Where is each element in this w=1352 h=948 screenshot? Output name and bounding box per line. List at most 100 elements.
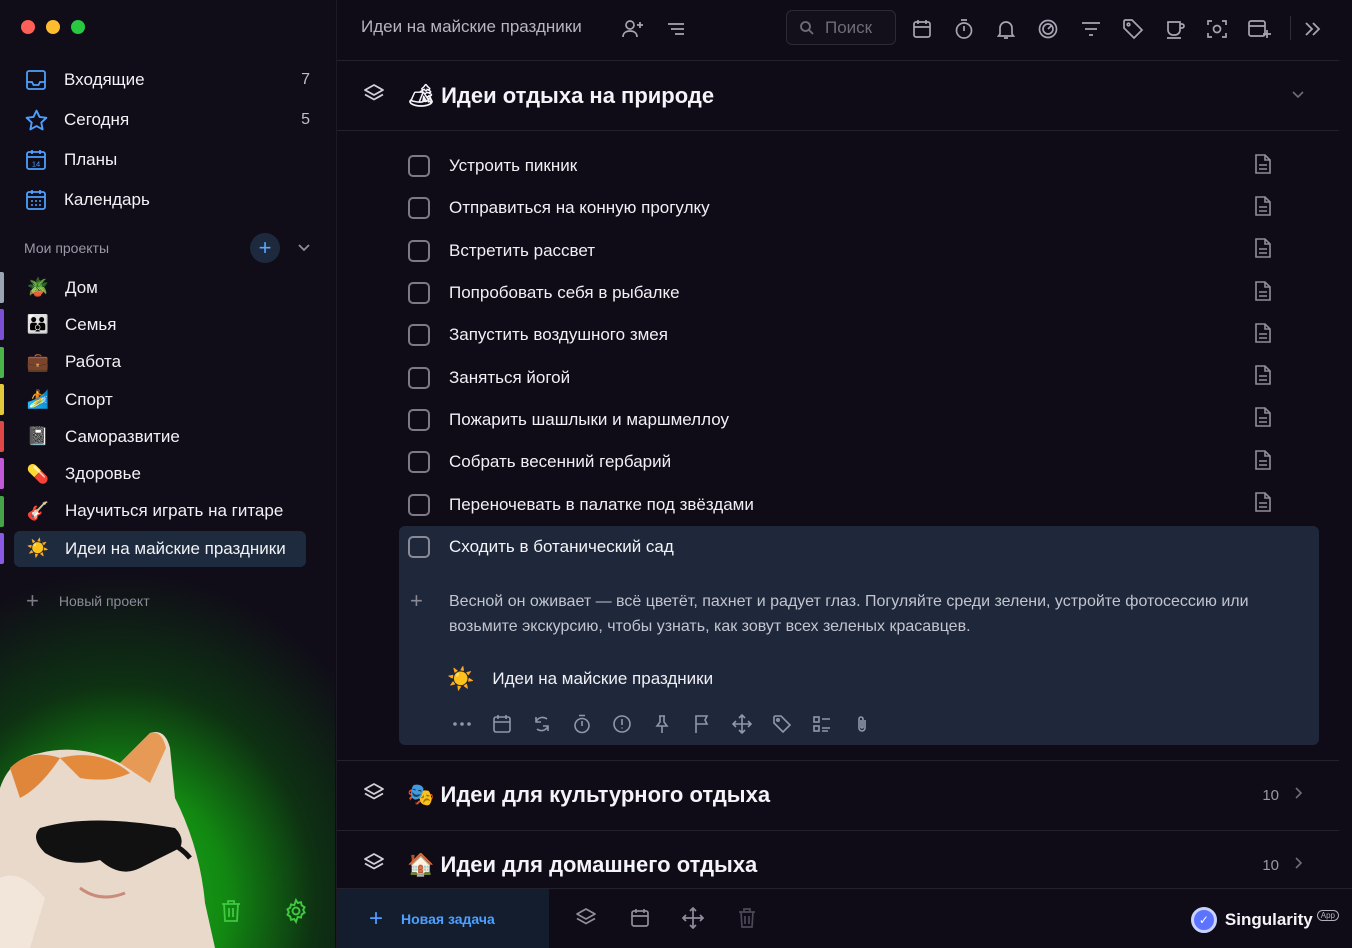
move-arrows-icon[interactable] [731, 713, 753, 735]
close-window-button[interactable] [21, 20, 35, 34]
tag-icon[interactable] [771, 713, 793, 735]
section-title: 🎭 Идеи для культурного отдыха [407, 782, 770, 808]
project-item[interactable]: 🎸 Научиться играть на гитаре [0, 493, 335, 530]
task-row[interactable]: Отправиться на конную прогулку [337, 187, 1339, 229]
search-input[interactable]: Поиск [786, 10, 896, 45]
focus-target-icon[interactable] [1035, 16, 1061, 42]
singularity-logo-icon: ✓ [1190, 907, 1217, 933]
task-checkbox[interactable] [408, 197, 430, 220]
trash-icon[interactable] [736, 907, 758, 934]
task-description[interactable]: Весной он оживает — всё цветёт, пахнет и… [449, 589, 1269, 639]
section-count: 10 [1262, 786, 1279, 804]
task-checkbox[interactable] [408, 324, 430, 347]
add-subtask-icon[interactable]: + [410, 588, 423, 614]
task-row[interactable]: Собрать весенний гербарий [337, 441, 1339, 483]
task-checkbox[interactable] [408, 155, 430, 178]
chevron-down-icon[interactable] [294, 240, 314, 257]
note-icon[interactable] [1254, 237, 1272, 264]
priority-exclamation-icon[interactable] [611, 713, 633, 735]
task-row[interactable]: Попробовать себя в рыбалке [337, 272, 1339, 314]
layers-icon[interactable] [575, 907, 597, 934]
note-icon[interactable] [1254, 280, 1272, 307]
task-checkbox[interactable] [408, 366, 430, 389]
minimize-window-button[interactable] [46, 20, 60, 34]
filter-icon[interactable] [1078, 16, 1104, 42]
project-item[interactable]: 💊 Здоровье [0, 455, 335, 492]
note-icon[interactable] [1254, 491, 1272, 518]
zoom-window-button[interactable] [71, 20, 85, 34]
nav-item-today[interactable]: Сегодня 5 [22, 100, 314, 140]
note-icon[interactable] [1254, 364, 1272, 391]
search-icon [800, 20, 814, 35]
note-icon[interactable] [1254, 153, 1272, 180]
task-title[interactable]: Сходить в ботанический сад [449, 537, 674, 557]
flag-icon[interactable] [691, 713, 713, 735]
bell-icon[interactable] [993, 16, 1019, 42]
coffee-cup-icon[interactable] [1162, 16, 1188, 42]
sort-lines-icon[interactable] [663, 16, 689, 42]
add-person-icon[interactable] [620, 16, 646, 42]
task-row[interactable]: Встретить рассвет [337, 230, 1339, 272]
project-list: 🪴 Дом 👪 Семья 💼 Работа 🏄 Спорт 📓 Самораз… [0, 269, 335, 568]
nav-item-inbox[interactable]: Входящие 7 [22, 60, 314, 100]
new-task-button[interactable]: + Новая задача [337, 889, 549, 948]
project-item[interactable]: 🏄 Спорт [0, 381, 335, 418]
calendar-icon[interactable] [491, 713, 513, 735]
tag-icon[interactable] [1120, 16, 1146, 42]
more-dots-icon[interactable] [451, 713, 473, 735]
task-checkbox[interactable] [408, 282, 430, 305]
repeat-icon[interactable] [531, 713, 553, 735]
add-project-button[interactable]: + [250, 233, 280, 263]
calendar-icon[interactable] [909, 16, 935, 42]
task-checkbox[interactable] [408, 536, 430, 558]
task-row[interactable]: Запустить воздушного змея [337, 314, 1339, 356]
checklist-icon[interactable] [811, 713, 833, 735]
project-item[interactable]: 👪 Семья [0, 306, 335, 343]
task-checkbox[interactable] [408, 408, 430, 431]
task-checkbox[interactable] [408, 451, 430, 474]
trash-icon[interactable] [219, 898, 243, 929]
task-checkbox[interactable] [408, 493, 430, 516]
calendar-icon[interactable] [629, 907, 651, 934]
chevron-down-icon[interactable] [1291, 87, 1305, 106]
task-row[interactable]: Устроить пикник [337, 145, 1339, 187]
paperclip-icon[interactable] [851, 713, 873, 735]
pin-icon[interactable] [651, 713, 673, 735]
note-icon[interactable] [1254, 406, 1272, 433]
chevron-right-icon[interactable] [1291, 856, 1305, 875]
divider [337, 60, 1339, 61]
section-title: 🏠 Идеи для домашнего отдыха [407, 852, 757, 878]
new-project-button[interactable]: + Новый проект [26, 590, 150, 612]
project-item[interactable]: 💼 Работа [0, 344, 335, 381]
task-row[interactable]: Заняться йогой [337, 356, 1339, 398]
section-header[interactable]: 🎭 Идеи для культурного отдыха 10 [337, 777, 1339, 813]
nav-label: Сегодня [64, 110, 130, 129]
section-header[interactable]: 🏕 Идеи отдыха на природе [337, 78, 1339, 114]
project-emoji: ☀️ [447, 666, 475, 691]
section-header[interactable]: 🏠 Идеи для домашнего отдыха 10 [337, 847, 1339, 883]
project-item[interactable]: 📓 Саморазвитие [0, 418, 335, 455]
expanded-task-card[interactable]: Сходить в ботанический сад + Весной он о… [399, 526, 1319, 745]
note-icon[interactable] [1254, 322, 1272, 349]
settings-gear-icon[interactable] [283, 897, 309, 929]
note-icon[interactable] [1254, 195, 1272, 222]
project-item[interactable]: 🪴 Дом [0, 269, 335, 306]
move-arrows-icon[interactable] [681, 906, 705, 934]
screenshot-frame-icon[interactable] [1204, 16, 1230, 42]
note-icon[interactable] [1254, 449, 1272, 476]
nav-item-calendar[interactable]: Календарь [22, 180, 314, 220]
task-row[interactable]: Переночевать в палатке под звёздами [337, 483, 1339, 525]
add-window-icon[interactable] [1246, 16, 1272, 42]
timer-icon[interactable] [951, 16, 977, 42]
main-nav: Входящие 7 Сегодня 5 14 Планы Календарь [22, 60, 314, 220]
task-project-selector[interactable]: ☀️ Идеи на майские праздники [447, 666, 713, 692]
timer-icon[interactable] [571, 713, 593, 735]
task-title: Попробовать себя в рыбалке [449, 283, 680, 303]
task-row[interactable]: Пожарить шашлыки и маршмеллоу [337, 399, 1339, 441]
project-label: Идеи на майские праздники [65, 538, 286, 558]
nav-item-plans[interactable]: 14 Планы [22, 140, 314, 180]
chevron-right-icon[interactable] [1291, 786, 1305, 805]
project-item-active[interactable]: ☀️ Идеи на майские праздники [0, 530, 335, 568]
double-chevron-right-icon[interactable] [1299, 16, 1325, 42]
task-checkbox[interactable] [408, 239, 430, 262]
